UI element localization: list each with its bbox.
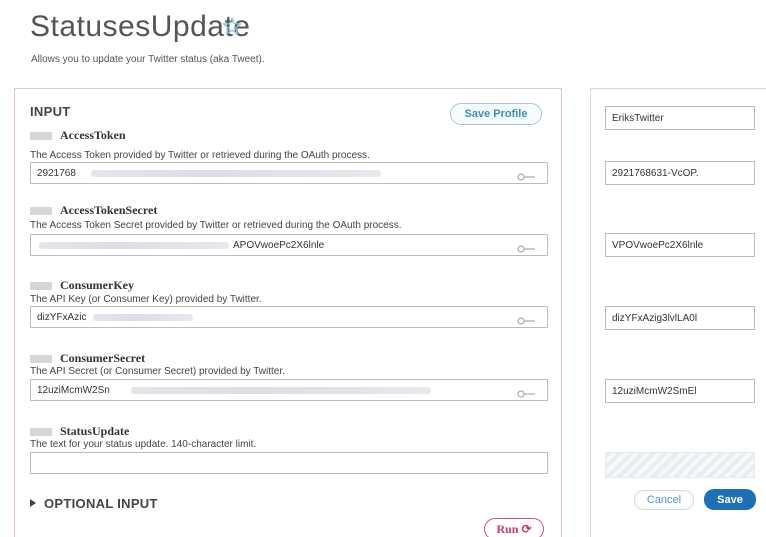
status-update-input[interactable] (30, 452, 548, 474)
key-icon[interactable] (517, 241, 537, 253)
consumer-key-value: dizYFxAzic (37, 312, 87, 323)
refresh-icon: ⟳ (521, 521, 532, 536)
profile-consumer-secret-value: 12uziMcmW2SmEl (612, 386, 697, 397)
field-badge (30, 282, 52, 290)
consumer-secret-value: 12uziMcmW2Sn (37, 385, 110, 396)
input-heading: INPUT (30, 104, 71, 119)
page-title: StatusesUpdate (30, 10, 251, 43)
profile-access-token-value: 2921768631-VcOP. (612, 168, 699, 179)
access-token-secret-input[interactable]: APOVwoePc2X6lnle (30, 234, 548, 256)
cancel-button[interactable]: Cancel (634, 490, 694, 510)
profile-consumer-key-value: dizYFxAzig3lvlLA0l (612, 313, 698, 324)
field-name-consumerkey: ConsumerKey (60, 278, 134, 292)
expand-triangle-icon (30, 499, 36, 507)
save-button[interactable]: Save (704, 489, 756, 510)
field-desc-statusupdate: The text for your status update. 140-cha… (30, 439, 257, 450)
access-token-secret-value: APOVwoePc2X6lnle (233, 240, 325, 251)
redacted-text (91, 170, 381, 177)
profile-name-input[interactable]: EriksTwitter (605, 106, 755, 130)
field-desc-accesstokensecret: The Access Token Secret provided by Twit… (30, 220, 402, 231)
field-badge (30, 428, 52, 436)
profile-name-value: EriksTwitter (612, 113, 664, 124)
redacted-text (39, 242, 229, 249)
access-token-input[interactable]: 2921768 (30, 162, 548, 184)
profile-access-token-secret-field[interactable]: VPOVwoePc2X6lnle (605, 233, 755, 257)
field-desc-consumerkey: The API Key (or Consumer Key) provided b… (30, 294, 262, 305)
field-desc-accesstoken: The Access Token provided by Twitter or … (30, 150, 370, 161)
star-icon[interactable] (221, 16, 243, 36)
key-icon[interactable] (517, 169, 537, 181)
profile-consumer-secret-field[interactable]: 12uziMcmW2SmEl (605, 379, 755, 403)
optional-input-toggle[interactable]: OPTIONAL INPUT (30, 496, 158, 511)
field-name-consumersecret: ConsumerSecret (60, 351, 146, 365)
consumer-key-input[interactable]: dizYFxAzic (30, 306, 548, 328)
run-label: Run (496, 521, 519, 536)
field-name-accesstokensecret: AccessTokenSecret (60, 203, 158, 217)
optional-input-label: OPTIONAL INPUT (44, 496, 158, 511)
key-icon[interactable] (517, 386, 537, 398)
field-badge (30, 355, 52, 363)
redacted-text (93, 314, 193, 321)
access-token-value: 2921768 (37, 168, 76, 179)
key-icon[interactable] (517, 313, 537, 325)
profile-consumer-key-field[interactable]: dizYFxAzig3lvlLA0l (605, 306, 755, 330)
field-name-accesstoken: AccessToken (60, 128, 126, 142)
field-badge (30, 207, 52, 215)
field-name-statusupdate: StatusUpdate (60, 424, 130, 438)
disabled-status-field (605, 452, 755, 478)
profile-access-token-field[interactable]: 2921768631-VcOP. (605, 161, 755, 185)
consumer-secret-input[interactable]: 12uziMcmW2Sn (30, 379, 548, 401)
page-description: Allows you to update your Twitter status… (31, 54, 265, 65)
field-desc-consumersecret: The API Secret (or Consumer Secret) prov… (30, 366, 285, 377)
profile-access-token-secret-value: VPOVwoePc2X6lnle (612, 240, 704, 251)
save-profile-button[interactable]: Save Profile (450, 103, 542, 125)
field-badge (30, 132, 52, 140)
run-button[interactable]: Run ⟳ (484, 518, 544, 537)
redacted-text (131, 387, 431, 394)
